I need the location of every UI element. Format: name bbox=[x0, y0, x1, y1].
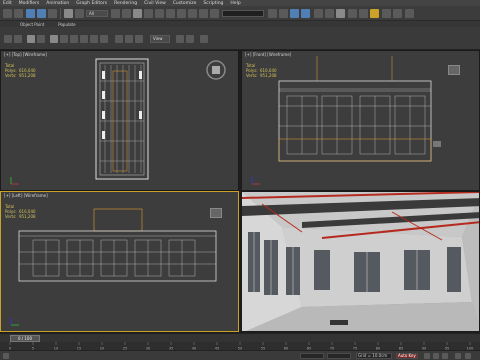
angle-snap-icon[interactable] bbox=[188, 9, 197, 18]
scene-explorer-icon[interactable] bbox=[290, 9, 299, 18]
time-slider[interactable]: 0 / 100 bbox=[10, 335, 40, 342]
display-icon[interactable] bbox=[50, 35, 58, 43]
front-wireframe bbox=[251, 56, 441, 185]
move-axis-icon[interactable] bbox=[115, 35, 123, 43]
percent-snap-icon[interactable] bbox=[199, 9, 208, 18]
bind-spacewarp-icon[interactable] bbox=[48, 9, 57, 18]
y-coordinate-field[interactable] bbox=[327, 353, 351, 359]
unlink-icon[interactable] bbox=[37, 9, 46, 18]
x-coordinate-field[interactable] bbox=[300, 353, 324, 359]
zoom-extents-icon[interactable] bbox=[455, 353, 461, 359]
track-ticks: 0 5 10 15 20 25 30 35 40 45 50 55 60 65 70 75 80 85 90 95 10… bbox=[9, 342, 473, 351]
menu-graph-editors[interactable]: Graph Editors bbox=[76, 1, 107, 6]
track-bar[interactable]: 0 5 10 15 20 25 30 35 40 45 50 55 60 65 70 75 80 85 90 95 10… bbox=[0, 342, 480, 351]
viewport-area: [+] [Top] [Wireframe] Total Polys: 616,04… bbox=[0, 50, 480, 333]
spinner-snap-icon[interactable] bbox=[210, 9, 219, 18]
viewport-perspective[interactable] bbox=[241, 191, 480, 332]
menu-edit[interactable]: Edit bbox=[3, 1, 12, 6]
reference-coordinate-dropdown[interactable]: View bbox=[150, 35, 170, 43]
viewport-left[interactable]: [+] [Left] [Wireframe] Total Polys: 616,0… bbox=[0, 191, 239, 332]
select-fence-icon[interactable] bbox=[100, 35, 108, 43]
viewport-top[interactable]: [+] [Top] [Wireframe] Total Polys: 616,04… bbox=[0, 50, 239, 191]
orbit-icon[interactable] bbox=[465, 353, 471, 359]
window-crossing-icon[interactable] bbox=[122, 9, 131, 18]
menu-help[interactable]: Help bbox=[230, 1, 240, 6]
render-cloud-icon[interactable] bbox=[393, 9, 402, 18]
scale-icon[interactable] bbox=[155, 9, 164, 18]
toolbar-extra-icon[interactable] bbox=[405, 9, 414, 18]
pivot-icon[interactable] bbox=[166, 9, 175, 18]
layer-explorer-icon[interactable] bbox=[301, 9, 310, 18]
key-mode-icon[interactable] bbox=[442, 353, 448, 359]
select-lasso-icon[interactable] bbox=[80, 35, 88, 43]
viewport-front[interactable]: [+] [Front] [Wireframe] Total Polys: 616,… bbox=[241, 50, 480, 191]
render-production-icon[interactable] bbox=[370, 9, 379, 18]
left-wireframe bbox=[10, 208, 217, 326]
render-setup-icon[interactable] bbox=[348, 9, 357, 18]
main-toolbar: All bbox=[0, 6, 480, 21]
hierarchy-icon[interactable] bbox=[27, 35, 35, 43]
menu-customize[interactable]: Customize bbox=[173, 1, 197, 6]
top-wireframe bbox=[10, 58, 226, 185]
redo-icon[interactable] bbox=[14, 9, 23, 18]
menu-animation[interactable]: Animation bbox=[46, 1, 69, 6]
mirror-icon[interactable] bbox=[268, 9, 277, 18]
menu-scripting[interactable]: Scripting bbox=[203, 1, 223, 6]
schematic-view-icon[interactable] bbox=[325, 9, 334, 18]
select-cursor-icon[interactable] bbox=[70, 35, 78, 43]
material-editor-icon[interactable] bbox=[336, 9, 345, 18]
align-icon[interactable] bbox=[279, 9, 288, 18]
use-pivot-icon[interactable] bbox=[176, 35, 184, 43]
selection-filter-dropdown[interactable]: All bbox=[86, 10, 108, 17]
rotate-icon[interactable] bbox=[144, 9, 153, 18]
snap-icon[interactable] bbox=[177, 9, 186, 18]
render-iterative-icon[interactable] bbox=[382, 9, 391, 18]
next-frame-icon[interactable] bbox=[433, 353, 439, 359]
tab-populate[interactable]: Populate bbox=[58, 22, 75, 27]
auto-key-button[interactable]: Auto Key bbox=[396, 353, 418, 359]
perspective-render bbox=[242, 192, 479, 331]
grid-readout: Grid = 10.0cm bbox=[356, 353, 392, 359]
select-paint-icon[interactable] bbox=[90, 35, 98, 43]
tab-object-paint[interactable]: Object Paint bbox=[20, 22, 44, 27]
create-icon[interactable] bbox=[4, 35, 12, 43]
status-bar: Grid = 10.0cm Auto Key bbox=[0, 350, 480, 360]
timeline[interactable]: 0 / 100 bbox=[0, 333, 480, 342]
select-manipulate-icon[interactable] bbox=[186, 35, 194, 43]
link-icon[interactable] bbox=[26, 9, 35, 18]
select-by-name-icon[interactable] bbox=[75, 9, 84, 18]
modify-icon[interactable] bbox=[14, 35, 22, 43]
maxscript-icon[interactable] bbox=[3, 353, 9, 359]
move-icon[interactable] bbox=[133, 9, 142, 18]
scale-axis-icon[interactable] bbox=[135, 35, 143, 43]
menu-rendering[interactable]: Rendering bbox=[114, 1, 137, 6]
toolbar-divider bbox=[60, 8, 61, 19]
menu-civil-view[interactable]: Civil View bbox=[144, 1, 166, 6]
select-object-icon[interactable] bbox=[64, 9, 73, 18]
play-icon[interactable] bbox=[424, 353, 430, 359]
utilities-icon[interactable] bbox=[60, 35, 68, 43]
secondary-toolbar: View bbox=[0, 27, 480, 50]
motion-icon[interactable] bbox=[37, 35, 45, 43]
curve-editor-icon[interactable] bbox=[314, 9, 323, 18]
rotate-axis-icon[interactable] bbox=[125, 35, 133, 43]
undo-icon[interactable] bbox=[3, 9, 12, 18]
named-selection-set-input[interactable] bbox=[222, 10, 264, 17]
keyboard-shortcut-icon[interactable] bbox=[200, 35, 208, 43]
rectangle-selection-icon[interactable] bbox=[111, 9, 120, 18]
rendered-frame-icon[interactable] bbox=[359, 9, 368, 18]
menu-modifiers[interactable]: Modifiers bbox=[19, 1, 40, 6]
